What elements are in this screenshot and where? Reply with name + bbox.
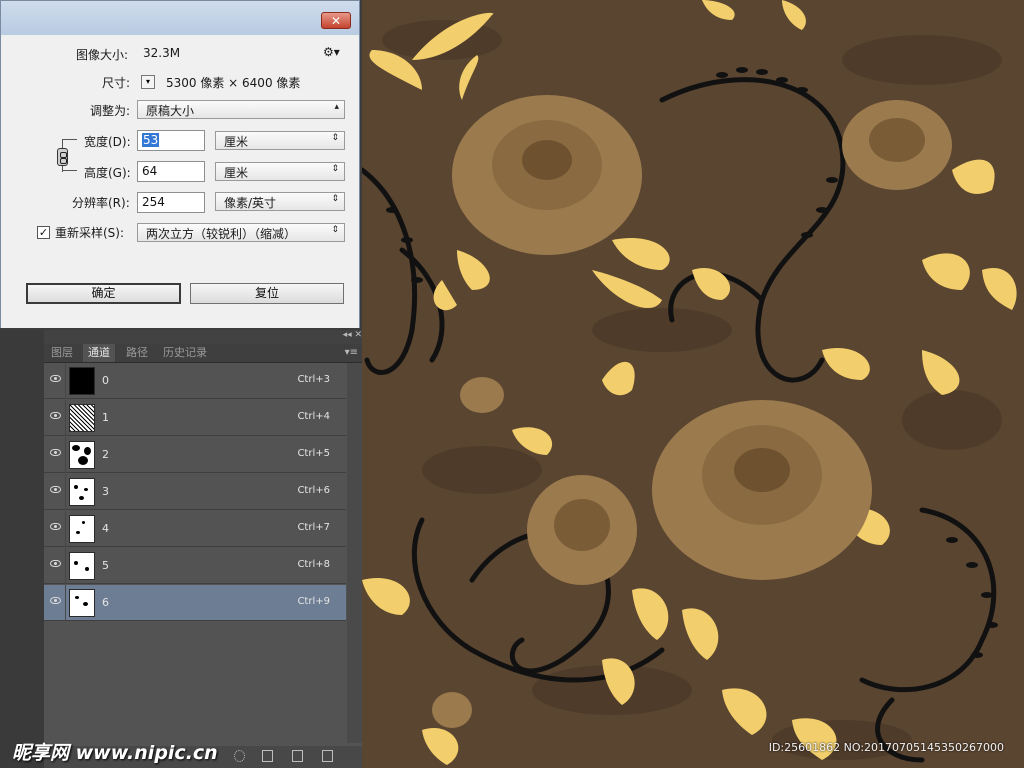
channel-name: 4 bbox=[102, 522, 109, 535]
dialog-body: 图像大小: 32.3M ⚙▾ 尺寸: ▾ 5300 像素 × 6400 像素 调… bbox=[1, 35, 359, 328]
channel-shortcut: Ctrl+6 bbox=[297, 485, 330, 496]
resample-method-select[interactable]: 两次立方（较锐利）（缩减） ⇕ bbox=[137, 223, 345, 242]
channel-thumbnail bbox=[69, 478, 95, 506]
trash-icon[interactable] bbox=[322, 750, 333, 762]
image-size-value: 32.3M bbox=[143, 46, 181, 60]
width-label: 宽度(D): bbox=[84, 135, 131, 149]
channel-name: 0 bbox=[102, 374, 109, 387]
resample-label: 重新采样(S): bbox=[55, 226, 125, 240]
channel-shortcut: Ctrl+5 bbox=[297, 448, 330, 459]
site-watermark: 昵享网 www.nipic.cn bbox=[12, 742, 218, 764]
panel-menu-icon[interactable]: ▾≡ bbox=[345, 344, 358, 362]
channel-thumbnail bbox=[69, 589, 95, 617]
channel-row[interactable]: 4 Ctrl+7 bbox=[44, 511, 346, 547]
constrain-bracket-line2 bbox=[62, 166, 63, 172]
tab-paths[interactable]: 路径 bbox=[121, 344, 153, 362]
resolution-input[interactable]: 254 bbox=[137, 192, 205, 213]
channel-shortcut: Ctrl+8 bbox=[297, 559, 330, 570]
height-label: 高度(G): bbox=[84, 166, 131, 180]
panel-tabs: 图层 通道 路径 历史记录 ▾≡ bbox=[44, 344, 362, 363]
dimensions-label: 尺寸: bbox=[102, 76, 131, 90]
channel-row[interactable]: 6 Ctrl+9 bbox=[44, 585, 346, 621]
height-input[interactable]: 64 bbox=[137, 161, 205, 182]
visibility-eye-icon[interactable] bbox=[50, 560, 61, 567]
image-id-watermark: ID:25601862 NO:20170705145350267000 bbox=[768, 741, 1004, 754]
channels-panel: ◂◂ ✕ 图层 通道 路径 历史记录 ▾≡ 0 Ctrl+3 1 Ctrl+4 bbox=[44, 330, 362, 768]
width-input[interactable]: 53 bbox=[137, 130, 205, 151]
channel-thumbnail bbox=[69, 515, 95, 543]
constrain-link-icon[interactable] bbox=[57, 148, 68, 166]
left-toolbar-area bbox=[0, 330, 44, 768]
visibility-eye-icon[interactable] bbox=[50, 486, 61, 493]
channel-thumbnail bbox=[69, 367, 95, 395]
select-arrow-icon: ▴ bbox=[334, 102, 339, 112]
select-arrow-icon: ⇕ bbox=[331, 194, 339, 204]
settings-gear-icon[interactable]: ⚙▾ bbox=[323, 45, 340, 59]
panel-scrollbar[interactable] bbox=[347, 363, 362, 743]
channel-row[interactable]: 5 Ctrl+8 bbox=[44, 548, 346, 584]
ok-button[interactable]: 确定 bbox=[26, 283, 181, 304]
resample-checkbox[interactable]: ✓ bbox=[37, 226, 50, 239]
channel-thumbnail bbox=[69, 441, 95, 469]
new-channel-icon[interactable] bbox=[292, 750, 303, 762]
channel-row[interactable]: 3 Ctrl+6 bbox=[44, 474, 346, 510]
tab-layers[interactable]: 图层 bbox=[46, 344, 78, 362]
visibility-eye-icon[interactable] bbox=[50, 597, 61, 604]
channel-name: 3 bbox=[102, 485, 109, 498]
channel-name: 5 bbox=[102, 559, 109, 572]
close-button[interactable]: ✕ bbox=[321, 12, 351, 29]
channel-row[interactable]: 1 Ctrl+4 bbox=[44, 400, 346, 436]
channel-name: 1 bbox=[102, 411, 109, 424]
channel-thumbnail bbox=[69, 552, 95, 580]
image-size-dialog: ✕ 图像大小: 32.3M ⚙▾ 尺寸: ▾ 5300 像素 × 6400 像素… bbox=[0, 0, 360, 328]
constrain-bracket-bottom bbox=[62, 170, 77, 171]
visibility-eye-icon[interactable] bbox=[50, 523, 61, 530]
channel-thumbnail bbox=[69, 404, 95, 432]
channel-shortcut: Ctrl+7 bbox=[297, 522, 330, 533]
channel-name: 6 bbox=[102, 596, 109, 609]
fit-to-value: 原稿大小 bbox=[146, 104, 195, 118]
width-unit-select[interactable]: 厘米 ⇕ bbox=[215, 131, 345, 150]
visibility-eye-icon[interactable] bbox=[50, 375, 61, 382]
visibility-eye-icon[interactable] bbox=[50, 449, 61, 456]
floral-artwork bbox=[362, 0, 1024, 768]
save-selection-icon[interactable] bbox=[262, 750, 273, 762]
dimensions-dropdown-icon[interactable]: ▾ bbox=[141, 75, 155, 89]
dimensions-value: 5300 像素 × 6400 像素 bbox=[166, 76, 301, 90]
channel-shortcut: Ctrl+9 bbox=[297, 596, 330, 607]
height-unit-select[interactable]: 厘米 ⇕ bbox=[215, 162, 345, 181]
reset-button[interactable]: 复位 bbox=[190, 283, 344, 304]
document-canvas[interactable]: ID:25601862 NO:20170705145350267000 bbox=[362, 0, 1024, 768]
fit-to-label: 调整为: bbox=[90, 104, 131, 118]
channel-shortcut: Ctrl+3 bbox=[297, 374, 330, 385]
constrain-bracket-top bbox=[62, 139, 77, 140]
resolution-unit-select[interactable]: 像素/英寸 ⇕ bbox=[215, 192, 345, 211]
channel-row[interactable]: 0 Ctrl+3 bbox=[44, 363, 346, 399]
image-size-label: 图像大小: bbox=[76, 48, 129, 62]
resolution-label: 分辨率(R): bbox=[72, 196, 130, 210]
select-arrow-icon: ⇕ bbox=[331, 225, 339, 235]
channel-name: 2 bbox=[102, 448, 109, 461]
select-arrow-icon: ⇕ bbox=[331, 133, 339, 143]
channel-shortcut: Ctrl+4 bbox=[297, 411, 330, 422]
fit-to-select[interactable]: 原稿大小 ▴ bbox=[137, 100, 345, 119]
channel-row[interactable]: 2 Ctrl+5 bbox=[44, 437, 346, 473]
tab-history[interactable]: 历史记录 bbox=[158, 344, 212, 362]
load-selection-icon[interactable] bbox=[234, 750, 245, 762]
visibility-eye-icon[interactable] bbox=[50, 412, 61, 419]
dialog-titlebar[interactable] bbox=[1, 1, 359, 35]
select-arrow-icon: ⇕ bbox=[331, 164, 339, 174]
panel-collapse-bar[interactable]: ◂◂ ✕ bbox=[44, 330, 362, 344]
tab-channels[interactable]: 通道 bbox=[83, 344, 115, 362]
